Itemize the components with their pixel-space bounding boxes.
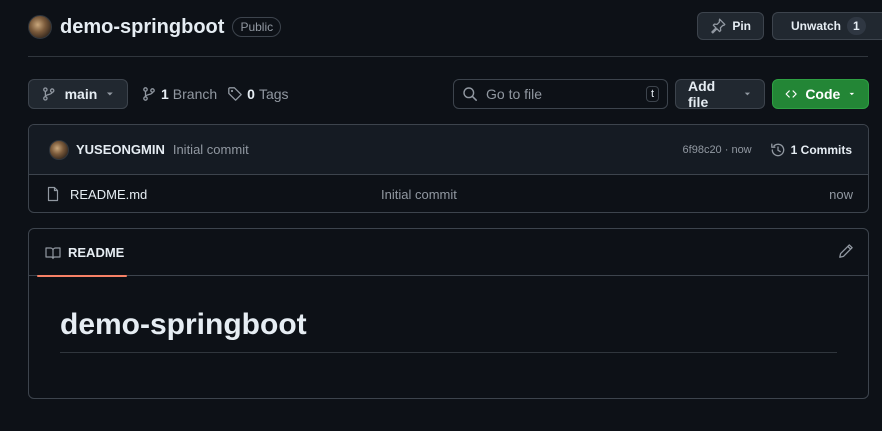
readme-tabbar: README — [29, 229, 868, 277]
readme-tab-label: README — [68, 245, 125, 260]
search-placeholder: Go to file — [486, 86, 543, 102]
watch-count: 1 — [847, 17, 866, 35]
commit-author[interactable]: YUSEONGMIN — [76, 142, 165, 157]
tags-link[interactable]: 0 Tags — [227, 86, 289, 102]
commit-meta: 6f98c20 · now 1 Commits — [683, 142, 852, 158]
file-name[interactable]: README.md — [70, 187, 381, 202]
author-avatar[interactable] — [49, 139, 69, 160]
search-icon — [463, 87, 477, 101]
code-icon — [785, 90, 797, 98]
branch-name: main — [64, 86, 98, 102]
unwatch-button[interactable]: Unwatch 1 — [772, 12, 882, 40]
header-divider — [28, 56, 868, 57]
file-commit-message[interactable]: Initial commit — [381, 187, 457, 202]
unwatch-label: Unwatch — [791, 19, 842, 33]
branches-link[interactable]: 1 Branch — [141, 86, 217, 102]
tab-readme[interactable]: README — [37, 229, 127, 277]
branches-label: Branch — [172, 86, 218, 102]
owner-avatar[interactable] — [28, 15, 52, 39]
book-icon — [45, 246, 61, 259]
readme-heading: demo-springboot — [60, 308, 307, 341]
file-commit-time: now — [829, 186, 853, 202]
pencil-icon — [839, 244, 853, 258]
tag-icon — [228, 87, 243, 101]
commit-message[interactable]: Initial commit — [173, 142, 249, 157]
commits-count-label: 1 Commits — [790, 142, 852, 157]
caret-down-icon — [107, 92, 114, 96]
header-actions: Pin Unwatch 1 — [697, 12, 882, 40]
file-row[interactable]: README.md Initial commit now — [29, 175, 868, 212]
add-file-label: Add file — [688, 78, 716, 110]
tags-count: 0 — [247, 86, 255, 102]
git-branch-icon — [143, 87, 155, 101]
visibility-badge: Public — [232, 17, 282, 37]
branch-selector[interactable]: main — [28, 79, 128, 109]
commit-hash-time[interactable]: 6f98c20 · now — [683, 144, 752, 156]
git-branch-icon — [43, 87, 55, 101]
repo-name[interactable]: demo-springboot — [60, 16, 224, 39]
heading-rule — [60, 352, 837, 353]
edit-readme-button[interactable] — [838, 243, 854, 259]
branch-tag-links: 1 Branch 0 Tags — [141, 79, 289, 109]
code-button[interactable]: Code — [772, 79, 869, 109]
go-to-file-input[interactable]: Go to file t — [453, 79, 668, 109]
caret-down-icon — [849, 92, 855, 96]
caret-down-icon — [744, 92, 751, 96]
file-icon — [47, 186, 59, 202]
file-browser: YUSEONGMIN Initial commit 6f98c20 · now … — [28, 124, 869, 213]
search-shortcut-key: t — [645, 86, 659, 102]
pin-label: Pin — [732, 19, 751, 33]
tags-label: Tags — [258, 86, 289, 102]
repo-header: demo-springboot Public Pin Unwatch 1 — [28, 12, 882, 42]
code-label: Code — [805, 86, 841, 102]
readme-panel: README demo-springboot — [28, 228, 869, 399]
pin-button[interactable]: Pin — [697, 12, 764, 40]
latest-commit-row: YUSEONGMIN Initial commit 6f98c20 · now … — [29, 125, 868, 175]
file-toolbar: main 1 Branch 0 Tags Go to file t Add fi… — [28, 78, 869, 110]
add-file-button[interactable]: Add file — [675, 78, 765, 110]
commits-history-link[interactable]: 1 Commits — [770, 142, 852, 158]
branches-count: 1 — [161, 86, 169, 102]
history-icon — [770, 143, 784, 156]
pin-icon — [711, 18, 726, 34]
